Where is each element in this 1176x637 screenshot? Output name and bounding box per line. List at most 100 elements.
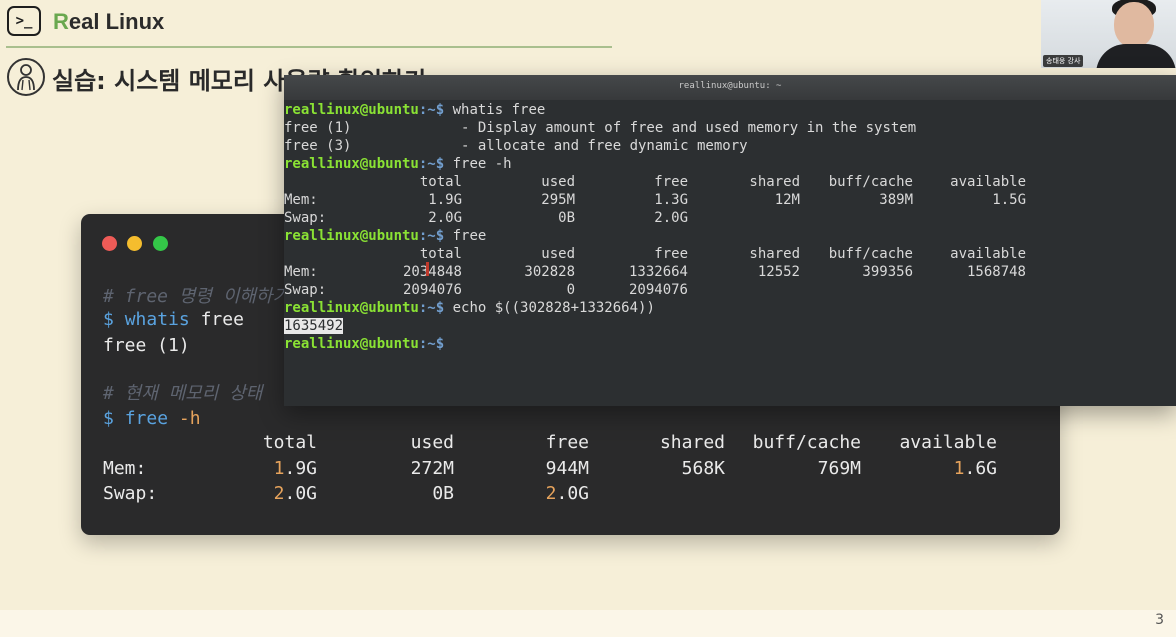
terminal-table-cell: 302828: [524, 264, 575, 280]
brand-rest: eal Linux: [68, 9, 165, 34]
terminal-row-label: Mem:: [284, 264, 318, 280]
cell-int: 1: [953, 458, 965, 479]
prompt-path: :~$: [418, 102, 445, 118]
terminal-output-line: free (1) - Display amount of free and us…: [284, 120, 917, 136]
terminal-row-label: Swap:: [284, 210, 327, 226]
terminal-table-cell: 1.9G: [428, 192, 462, 208]
terminal-table-cell: 2034848: [402, 264, 462, 280]
slide-table-header: shared: [659, 432, 725, 453]
slide-command-arg: free: [200, 309, 244, 330]
cell-int: 1: [273, 458, 285, 479]
terminal-command: free: [444, 228, 487, 244]
terminal-table-cell: 389M: [879, 192, 913, 208]
terminal-table-cell: 12552: [757, 264, 800, 280]
close-dot-icon: [102, 236, 117, 251]
slide-command: free: [124, 408, 169, 429]
brand-title: Real Linux: [53, 9, 164, 35]
prompt-user: reallinux@ubuntu: [284, 228, 419, 244]
terminal-table-header: used: [541, 246, 575, 262]
person-icon-svg: [17, 64, 35, 91]
slide-table-header: available: [899, 432, 997, 453]
mouse-cursor-icon: [426, 262, 429, 276]
terminal-table-cell: 2094076: [402, 282, 462, 298]
slide-table-cell: 568K: [681, 458, 725, 479]
terminal-table-cell: 2.0G: [428, 210, 462, 226]
webcam-person-body: [1096, 44, 1176, 68]
terminal-prompt-line: reallinux@ubuntu:~$ free -h: [284, 155, 512, 173]
terminal-window[interactable]: reallinux@ubuntu: ~ reallinux@ubuntu:~$ …: [284, 75, 1176, 406]
terminal-table-cell: 1.3G: [654, 192, 688, 208]
webcam-video: 송태웅 강사: [1041, 0, 1176, 68]
slide-table-cell: 1.9G: [274, 458, 317, 480]
terminal-table-cell: 2094076: [628, 282, 688, 298]
terminal-table-cell: 0: [566, 282, 575, 298]
terminal-table-header: buff/cache: [828, 246, 913, 262]
slide-table-cell: 2.0G: [274, 483, 317, 505]
terminal-table-cell: 1.5G: [992, 192, 1026, 208]
slide-row-label: Swap:: [103, 483, 158, 504]
slide-command-arg: -h: [178, 408, 201, 429]
terminal-table-header: available: [950, 174, 1026, 190]
page-number: 3: [1155, 612, 1164, 628]
terminal-table-cell: 1332664: [628, 264, 688, 280]
slide-comment-line: # 현재 메모리 상태: [103, 383, 262, 405]
terminal-table-header: available: [950, 246, 1026, 262]
slide-table-header: free: [545, 432, 589, 453]
terminal-input-line[interactable]: reallinux@ubuntu:~$: [284, 335, 444, 353]
slide-comment-line: # free 명령 이해하기: [103, 286, 289, 308]
webcam-person-face: [1114, 2, 1154, 48]
terminal-prompt-line: reallinux@ubuntu:~$ free: [284, 227, 486, 245]
terminal-table-header: free: [654, 246, 688, 262]
cell-int: 2: [545, 483, 557, 504]
slide-output-line: free (1): [103, 335, 190, 356]
terminal-logo-icon: >_: [7, 6, 41, 36]
slide-command: whatis: [124, 309, 190, 330]
cell-frac: .0G: [556, 483, 589, 504]
brand-initial: R: [53, 9, 69, 34]
terminal-prompt-line: reallinux@ubuntu:~$ echo $((302828+13326…: [284, 299, 655, 317]
minimize-dot-icon: [127, 236, 142, 251]
slide-prompt: $: [103, 309, 114, 330]
terminal-command: whatis free: [444, 102, 546, 118]
slide-comment: # 현재 메모리 상태: [103, 383, 263, 404]
terminal-table-cell: 0B: [558, 210, 575, 226]
slide-bottom-band: [0, 610, 1176, 637]
cell-frac: .0G: [284, 483, 317, 504]
terminal-table-header: shared: [749, 174, 800, 190]
webcam-name-label: 송태웅 강사: [1043, 55, 1084, 67]
terminal-row-label: Mem:: [284, 192, 318, 208]
slide-comment: # free 명령 이해하기: [103, 286, 290, 307]
slide-table-cell: 0B: [432, 483, 454, 504]
slide-table-cell: 1.6G: [954, 458, 997, 480]
slide-table-header: total: [262, 432, 317, 453]
slide-table-header: used: [410, 432, 454, 453]
prompt-user: reallinux@ubuntu: [284, 102, 419, 118]
slide-command-line: $ whatis free: [103, 309, 244, 331]
prompt-user: reallinux@ubuntu: [284, 300, 419, 316]
terminal-table-header: free: [654, 174, 688, 190]
prompt-path: :~$: [418, 228, 445, 244]
prompt-path: :~$: [418, 336, 445, 352]
header-divider: [6, 46, 612, 48]
terminal-table-cell: 295M: [541, 192, 575, 208]
selected-text[interactable]: 1635492: [284, 318, 344, 334]
prompt-path: :~$: [418, 156, 445, 172]
terminal-output-line[interactable]: 1635492: [284, 317, 344, 335]
slide-row-label: Mem:: [103, 458, 147, 479]
terminal-row-label: Swap:: [284, 282, 327, 298]
slide-table-cell: 2.0G: [546, 483, 589, 505]
slide-prompt: $: [103, 408, 114, 429]
cell-int: 2: [273, 483, 285, 504]
cell-frac: .9G: [284, 458, 317, 479]
terminal-table-header: used: [541, 174, 575, 190]
terminal-command: free -h: [444, 156, 512, 172]
terminal-table-header: total: [419, 246, 462, 262]
prompt-user: reallinux@ubuntu: [284, 156, 419, 172]
terminal-prompt-line: reallinux@ubuntu:~$ whatis free: [284, 101, 545, 119]
terminal-command: echo $((302828+1332664)): [444, 300, 655, 316]
terminal-output-line: free (3) - allocate and free dynamic mem…: [284, 138, 748, 154]
slide-table-cell: 769M: [817, 458, 861, 479]
terminal-titlebar[interactable]: reallinux@ubuntu: ~: [284, 75, 1176, 100]
person-icon: [7, 58, 45, 96]
slide-table-header: buff/cache: [752, 432, 861, 453]
